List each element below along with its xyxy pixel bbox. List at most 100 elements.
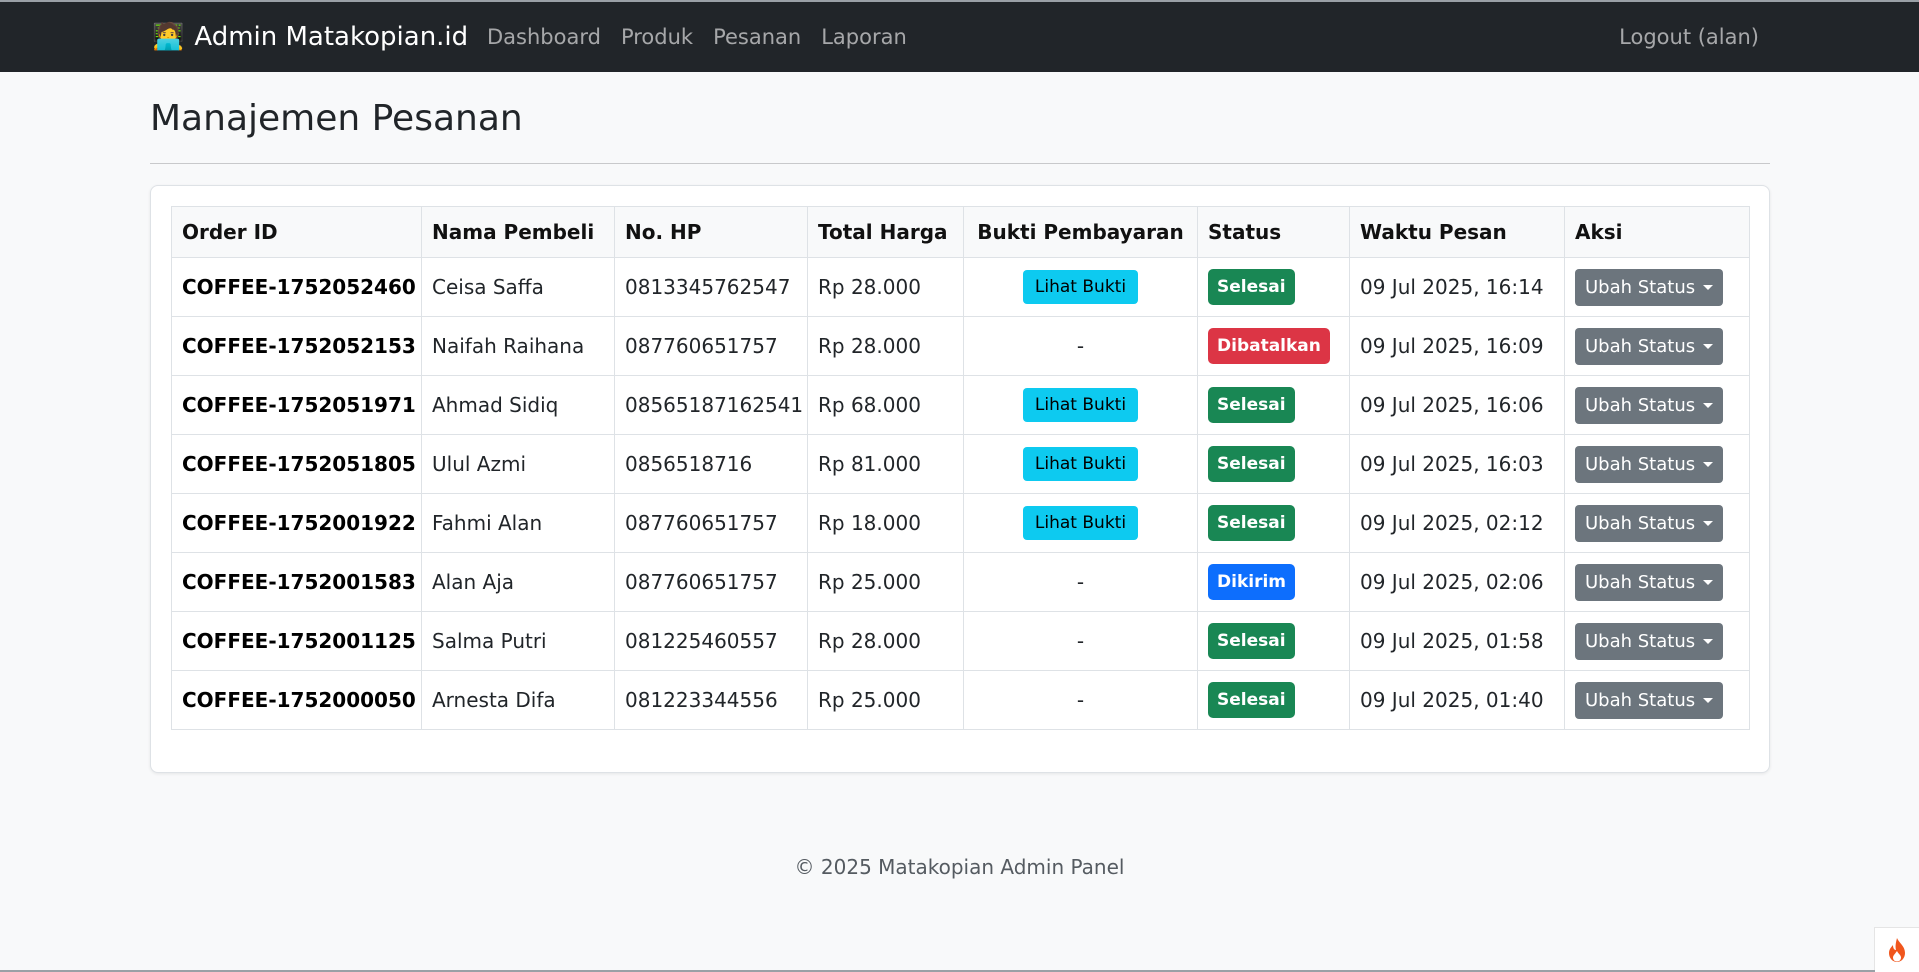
header-total-harga: Total Harga [807, 206, 964, 258]
caret-down-icon [1703, 697, 1714, 703]
order-id-cell: COFFEE-1752001583 [171, 552, 422, 612]
flame-icon [1889, 938, 1905, 962]
status-cell: Dibatalkan [1197, 316, 1350, 376]
nav-link-pesanan[interactable]: Pesanan [713, 25, 801, 49]
order-time-cell: 09 Jul 2025, 16:03 [1349, 434, 1565, 494]
total-price-cell: Rp 25.000 [807, 552, 964, 612]
phone-cell: 0856518716 [614, 434, 808, 494]
order-time-cell: 09 Jul 2025, 01:40 [1349, 670, 1565, 730]
order-time-cell: 09 Jul 2025, 16:14 [1349, 257, 1565, 317]
action-cell: Ubah Status [1564, 316, 1750, 376]
payment-proof-cell: - [963, 670, 1198, 730]
caret-down-icon [1703, 520, 1714, 526]
status-cell: Selesai [1197, 257, 1350, 317]
change-status-label: Ubah Status [1585, 276, 1696, 298]
phone-cell: 087760651757 [614, 552, 808, 612]
caret-down-icon [1703, 343, 1714, 349]
navbar-brand[interactable]: 🧑‍💻 Admin Matakopian.id [152, 2, 468, 72]
total-price-cell: Rp 18.000 [807, 493, 964, 553]
table-header-row: Order ID Nama Pembeli No. HP Total Harga… [171, 206, 1750, 258]
table-row: COFFEE-1752052460 Ceisa Saffa 081334576254… [171, 257, 1750, 317]
status-cell: Selesai [1197, 611, 1350, 671]
change-status-dropdown-button[interactable]: Ubah Status [1575, 504, 1724, 542]
change-status-dropdown-button[interactable]: Ubah Status [1575, 386, 1724, 424]
nav-links: Dashboard Produk Pesanan Laporan [487, 2, 907, 72]
action-cell: Ubah Status [1564, 434, 1750, 494]
title-divider [150, 163, 1770, 164]
no-proof-text: - [1076, 570, 1085, 594]
caret-down-icon [1703, 461, 1714, 467]
action-cell: Ubah Status [1564, 375, 1750, 435]
change-status-label: Ubah Status [1585, 394, 1696, 416]
buyer-name-cell: Fahmi Alan [421, 493, 615, 553]
total-price-cell: Rp 81.000 [807, 434, 964, 494]
change-status-dropdown-button[interactable]: Ubah Status [1575, 445, 1724, 483]
nav-link-laporan[interactable]: Laporan [821, 25, 907, 49]
page-title: Manajemen Pesanan [150, 98, 523, 139]
table-row: COFFEE-1752051971 Ahmad Sidiq 085651871625… [171, 375, 1750, 435]
status-badge: Dikirim [1208, 564, 1295, 600]
phone-cell: 087760651757 [614, 316, 808, 376]
footer-copyright: © 2025 Matakopian Admin Panel [794, 855, 1125, 879]
status-badge: Selesai [1208, 505, 1295, 541]
order-time-cell: 09 Jul 2025, 02:06 [1349, 552, 1565, 612]
status-cell: Dikirim [1197, 552, 1350, 612]
no-proof-text: - [1076, 629, 1085, 653]
status-badge: Selesai [1208, 269, 1295, 305]
buyer-name-cell: Ahmad Sidiq [421, 375, 615, 435]
payment-proof-cell: Lihat Bukti [963, 493, 1198, 553]
header-aksi: Aksi [1564, 206, 1750, 258]
header-order-id: Order ID [171, 206, 422, 258]
table-row: COFFEE-1752001583 Alan Aja 087760651757 Rp … [171, 552, 1750, 612]
change-status-dropdown-button[interactable]: Ubah Status [1575, 622, 1724, 660]
buyer-name-cell: Salma Putri [421, 611, 615, 671]
header-status: Status [1197, 206, 1350, 258]
view-proof-button[interactable]: Lihat Bukti [1022, 506, 1139, 540]
orders-card: Order ID Nama Pembeli No. HP Total Harga… [150, 185, 1770, 773]
orders-table: Order ID Nama Pembeli No. HP Total Harga… [171, 206, 1750, 730]
table-row: COFFEE-1752001125 Salma Putri 081225460557… [171, 611, 1750, 671]
change-status-dropdown-button[interactable]: Ubah Status [1575, 681, 1724, 719]
change-status-dropdown-button[interactable]: Ubah Status [1575, 327, 1724, 365]
status-badge: Selesai [1208, 623, 1295, 659]
order-time-cell: 09 Jul 2025, 02:12 [1349, 493, 1565, 553]
nav-link-dashboard[interactable]: Dashboard [487, 25, 601, 49]
buyer-name-cell: Ulul Azmi [421, 434, 615, 494]
nav-link-produk[interactable]: Produk [621, 25, 693, 49]
status-badge: Dibatalkan [1208, 328, 1330, 364]
caret-down-icon [1703, 402, 1714, 408]
order-time-cell: 09 Jul 2025, 16:09 [1349, 316, 1565, 376]
logout-link[interactable]: Logout (alan) [1619, 2, 1759, 72]
no-proof-text: - [1076, 688, 1085, 712]
action-cell: Ubah Status [1564, 257, 1750, 317]
action-cell: Ubah Status [1564, 493, 1750, 553]
phone-cell: 087760651757 [614, 493, 808, 553]
order-id-cell: COFFEE-1752052153 [171, 316, 422, 376]
status-badge: Selesai [1208, 387, 1295, 423]
order-id-cell: COFFEE-1752001922 [171, 493, 422, 553]
view-proof-button[interactable]: Lihat Bukti [1022, 270, 1139, 304]
order-id-cell: COFFEE-1752051971 [171, 375, 422, 435]
change-status-dropdown-button[interactable]: Ubah Status [1575, 563, 1724, 601]
total-price-cell: Rp 25.000 [807, 670, 964, 730]
status-badge: Selesai [1208, 446, 1295, 482]
change-status-dropdown-button[interactable]: Ubah Status [1575, 268, 1724, 306]
orders-table-body: COFFEE-1752052460 Ceisa Saffa 081334576254… [171, 257, 1750, 730]
payment-proof-cell: Lihat Bukti [963, 257, 1198, 317]
header-waktu-pesan: Waktu Pesan [1349, 206, 1565, 258]
debug-toolbar-toggle[interactable] [1874, 927, 1919, 972]
header-nama-pembeli: Nama Pembeli [421, 206, 615, 258]
change-status-label: Ubah Status [1585, 689, 1696, 711]
order-id-cell: COFFEE-1752051805 [171, 434, 422, 494]
view-proof-button[interactable]: Lihat Bukti [1022, 447, 1139, 481]
payment-proof-cell: - [963, 316, 1198, 376]
caret-down-icon [1703, 579, 1714, 585]
no-proof-text: - [1076, 334, 1085, 358]
action-cell: Ubah Status [1564, 611, 1750, 671]
view-proof-button[interactable]: Lihat Bukti [1022, 388, 1139, 422]
payment-proof-cell: - [963, 611, 1198, 671]
header-no-hp: No. HP [614, 206, 808, 258]
caret-down-icon [1703, 638, 1714, 644]
buyer-name-cell: Alan Aja [421, 552, 615, 612]
phone-cell: 081223344556 [614, 670, 808, 730]
